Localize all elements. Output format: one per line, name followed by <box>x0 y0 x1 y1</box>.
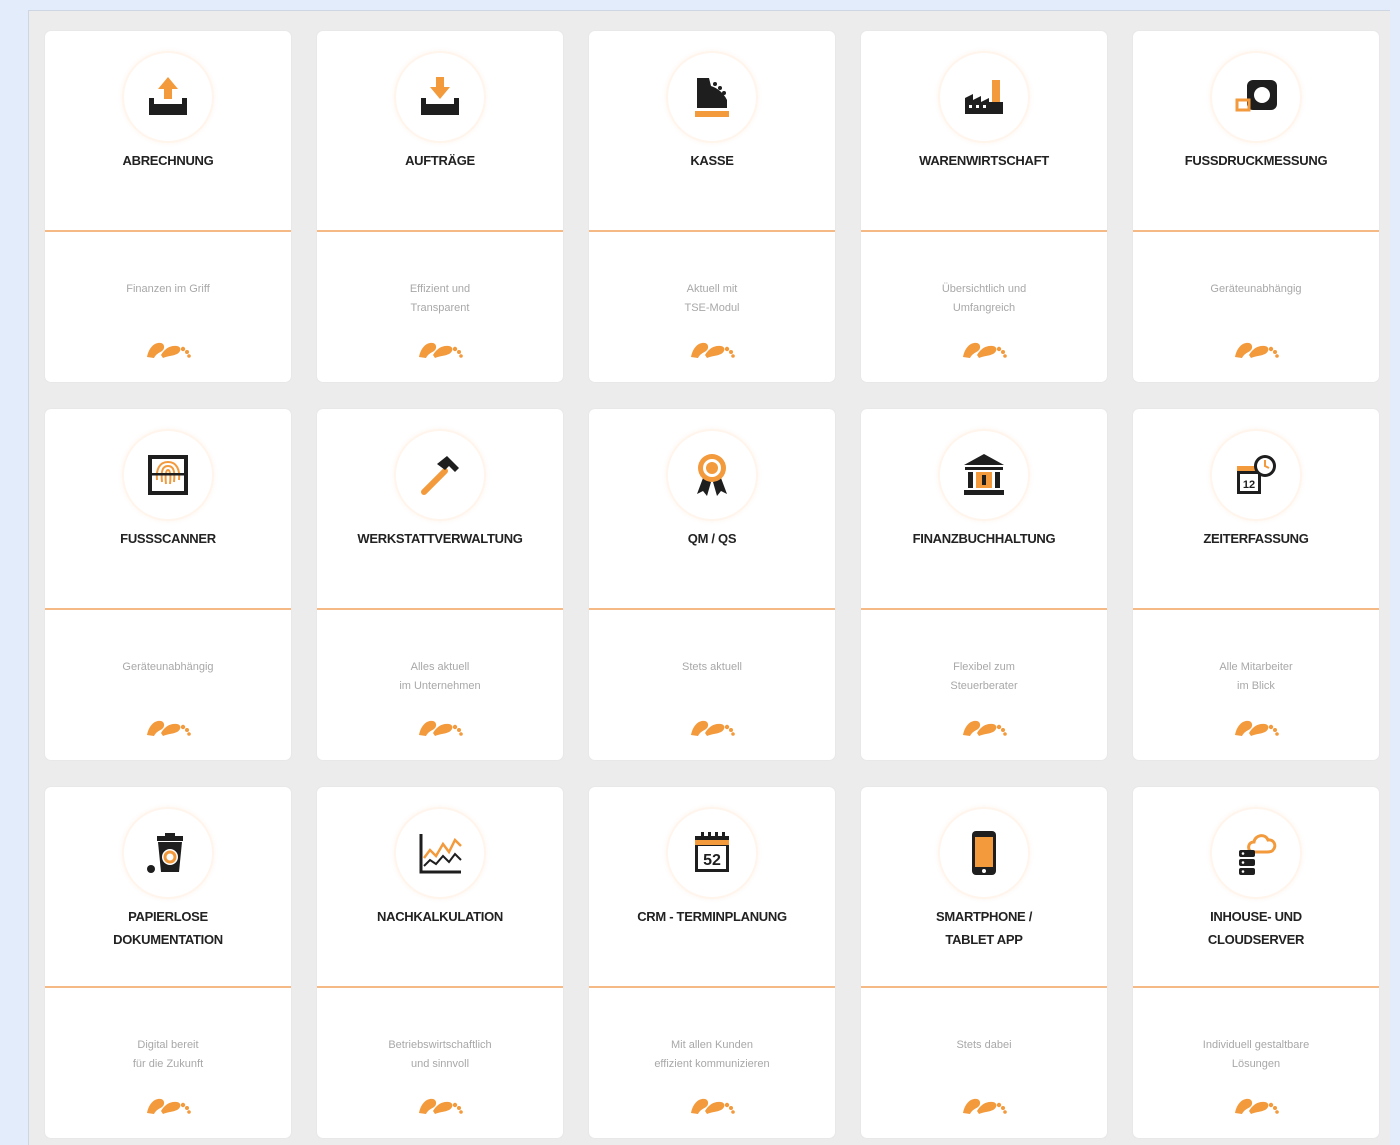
module-card-zeiterfassung[interactable]: 12 ZEITERFASSUNG Alle Mitarbeiter im Bli… <box>1133 409 1379 760</box>
foot-pressure-sensor-icon <box>1212 53 1300 141</box>
card-subtitle: Übersichtlich und Umfangreich <box>941 283 1027 314</box>
card-subtitle: Flexibel zum Steuerberater <box>950 661 1018 692</box>
line-chart-icon <box>396 809 484 897</box>
module-card-warenwirtschaft[interactable]: WARENWIRTSCHAFT Übersichtlich und Umfang… <box>861 31 1107 382</box>
page-edge <box>1390 10 1400 1145</box>
card-title: ABRECHNUNG <box>122 153 214 168</box>
footprints-icon <box>415 1095 465 1117</box>
footprints-icon <box>1231 1095 1281 1117</box>
module-card-abrechnung[interactable]: ABRECHNUNG Finanzen im Griff <box>45 31 291 382</box>
module-card-finanzbuchhaltung[interactable]: FINANZBUCHHALTUNG Flexibel zum Steuerber… <box>861 409 1107 760</box>
factory-icon <box>940 53 1028 141</box>
module-card-papierlose-dokumentation[interactable]: PAPIERLOSE DOKUMENTATION Digital bereit … <box>45 787 291 1138</box>
footprints-icon <box>959 717 1009 739</box>
module-card-werkstattverwaltung[interactable]: WERKSTATTVERWALTUNG Alles aktuell im Unt… <box>317 409 563 760</box>
calendar-number: 52 <box>703 852 721 869</box>
module-card-nachkalkulation[interactable]: NACHKALKULATION Betriebswirtschaftlich u… <box>317 787 563 1138</box>
calendar-clock-icon: 12 <box>1212 431 1300 519</box>
card-title: WARENWIRTSCHAFT <box>919 153 1049 168</box>
modules-grid: ABRECHNUNG Finanzen im Griff AUFTRÄGE Ef… <box>45 31 1379 1138</box>
footprints-icon <box>687 717 737 739</box>
card-title: KASSE <box>690 153 734 168</box>
card-subtitle: Alle Mitarbeiter im Blick <box>1219 661 1293 692</box>
modules-panel: ABRECHNUNG Finanzen im Griff AUFTRÄGE Ef… <box>28 10 1400 1145</box>
card-subtitle: Geräteunabhängig <box>1210 283 1302 295</box>
card-subtitle: Individuell gestaltbare Lösungen <box>1202 1039 1310 1070</box>
svg-text:12: 12 <box>1243 479 1255 491</box>
module-card-fussscanner[interactable]: FUSSSCANNER Geräteunabhängig <box>45 409 291 760</box>
hammer-icon <box>396 431 484 519</box>
card-title: NACHKALKULATION <box>377 909 503 924</box>
footprints-icon <box>143 1095 193 1117</box>
calendar-52-icon: 52 <box>668 809 756 897</box>
upload-tray-icon <box>124 53 212 141</box>
card-subtitle: Finanzen im Griff <box>126 283 210 295</box>
module-card-smartphone-tablet-app[interactable]: SMARTPHONE / TABLET APP Stets dabei <box>861 787 1107 1138</box>
card-subtitle: Aktuell mit TSE-Modul <box>684 283 740 314</box>
cloud-server-icon <box>1212 809 1300 897</box>
card-subtitle: Alles aktuell im Unternehmen <box>399 661 481 692</box>
smartphone-icon <box>940 809 1028 897</box>
award-ribbon-icon <box>668 431 756 519</box>
footprints-icon <box>143 339 193 361</box>
footprints-icon <box>687 1095 737 1117</box>
card-title: PAPIERLOSE DOKUMENTATION <box>113 909 223 947</box>
card-title: SMARTPHONE / TABLET APP <box>935 909 1033 947</box>
bank-icon <box>940 431 1028 519</box>
footprints-icon <box>687 339 737 361</box>
card-subtitle: Betriebswirtschaftlich und sinnvoll <box>388 1039 492 1070</box>
card-subtitle: Geräteunabhängig <box>122 661 214 673</box>
module-card-fussdruckmessung[interactable]: FUSSDRUCKMESSUNG Geräteunabhängig <box>1133 31 1379 382</box>
card-title: AUFTRÄGE <box>405 153 475 168</box>
footprints-icon <box>143 717 193 739</box>
fingerprint-scanner-icon <box>124 431 212 519</box>
card-title: WERKSTATTVERWALTUNG <box>357 531 523 546</box>
footprints-icon <box>415 717 465 739</box>
footprints-icon <box>1231 339 1281 361</box>
card-title: FINANZBUCHHALTUNG <box>912 531 1056 546</box>
card-subtitle: Stets aktuell <box>682 661 742 673</box>
card-subtitle: Digital bereit für die Zukunft <box>132 1039 204 1070</box>
module-card-crm-terminplanung[interactable]: 52 CRM - TERMINPLANUNG Mit allen Kunden … <box>589 787 835 1138</box>
footprints-icon <box>415 339 465 361</box>
module-card-qm-qs[interactable]: QM / QS Stets aktuell <box>589 409 835 760</box>
module-card-kasse[interactable]: KASSE Aktuell mit TSE-Modul <box>589 31 835 382</box>
card-title: FUSSSCANNER <box>120 531 216 546</box>
card-title: ZEITERFASSUNG <box>1203 531 1309 546</box>
footprints-icon <box>959 339 1009 361</box>
recycle-bin-icon <box>124 809 212 897</box>
card-title: INHOUSE- UND CLOUDSERVER <box>1207 909 1305 947</box>
download-tray-icon <box>396 53 484 141</box>
footprints-icon <box>959 1095 1009 1117</box>
cash-register-icon <box>668 53 756 141</box>
module-card-auftraege[interactable]: AUFTRÄGE Effizient und Transparent <box>317 31 563 382</box>
module-card-inhouse-cloudserver[interactable]: INHOUSE- UND CLOUDSERVER Individuell ges… <box>1133 787 1379 1138</box>
card-subtitle: Mit allen Kunden effizient kommunizieren <box>654 1039 770 1070</box>
card-title: FUSSDRUCKMESSUNG <box>1184 153 1328 168</box>
footprints-icon <box>1231 717 1281 739</box>
card-subtitle: Stets dabei <box>956 1039 1012 1051</box>
card-subtitle: Effizient und Transparent <box>409 283 471 314</box>
card-title: QM / QS <box>687 531 737 546</box>
card-title: CRM - TERMINPLANUNG <box>637 909 787 924</box>
